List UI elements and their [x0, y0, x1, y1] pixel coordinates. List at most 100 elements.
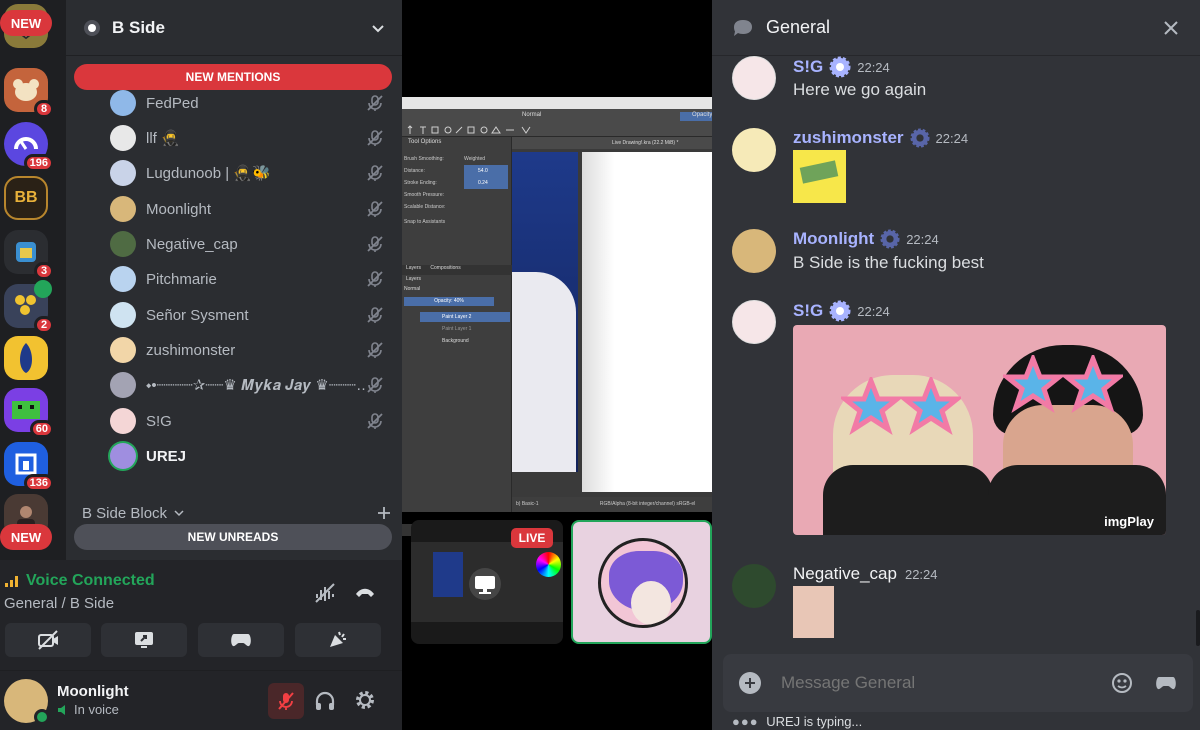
canvas-page [582, 152, 712, 492]
voice-member-myka-jay[interactable]: ⬩•┈┈┈┈✰┈┈♛ 𝑴𝒚𝒌𝒂 𝑱𝒂𝒚 ♛┈┈┈… [110, 368, 400, 402]
voice-member-lugdunoob[interactable]: Lugdunoob | 🥷🐝 [110, 156, 400, 190]
avatar[interactable] [732, 229, 776, 273]
message-sticker[interactable] [793, 150, 846, 203]
avatar [110, 266, 136, 292]
disconnect-icon[interactable] [354, 584, 376, 600]
mute-button[interactable] [268, 683, 304, 719]
voice-member-zushimonster[interactable]: zushimonster [110, 333, 400, 367]
voice-member-llf[interactable]: llf 🥷 [110, 121, 400, 155]
server-role-badge-icon [880, 229, 900, 249]
server-bb[interactable]: BB [4, 176, 48, 220]
user-voice-status: In voice [57, 702, 119, 717]
message-author[interactable]: S!G [793, 57, 823, 77]
new-unreads-pill-top[interactable]: NEW [0, 10, 52, 36]
server-role-badge-icon [829, 300, 851, 322]
server-boost-icon [84, 19, 100, 36]
message-author[interactable]: zushimonster [793, 128, 904, 148]
voice-member-negative-cap[interactable]: Negative_cap [110, 227, 400, 261]
voice-member-fedped[interactable]: FedPed [110, 86, 400, 120]
message-input[interactable] [781, 673, 1111, 693]
voice-location[interactable]: General / B Side [4, 595, 114, 612]
server-speed[interactable]: 196 [4, 122, 54, 172]
layer-opacity-slider[interactable]: Opacity: 40% [404, 297, 494, 306]
user-name[interactable]: Moonlight [57, 683, 129, 700]
voice-member-pitchmarie[interactable]: Pitchmarie [110, 262, 400, 296]
brush-preset: b) Basic-1 [516, 501, 539, 507]
member-name: Negative_cap [146, 235, 238, 253]
new-unreads-pill-bottom[interactable]: NEW [0, 524, 52, 550]
avatar [110, 196, 136, 222]
layer-row[interactable]: Background [420, 336, 510, 346]
server-role-badge-icon [909, 128, 930, 148]
new-unreads-bar[interactable]: NEW UNREADS [74, 524, 392, 550]
server-blue[interactable]: 136 [4, 442, 54, 492]
brush-smoothing-value[interactable]: Weighted [464, 153, 508, 165]
stroke-ending-label: Stroke Ending: [404, 180, 437, 186]
soundboard-button[interactable] [295, 623, 381, 657]
message-gif[interactable]: imgPlay [793, 325, 1166, 535]
layers-tab[interactable]: Layers [406, 265, 421, 271]
avatar[interactable] [4, 679, 50, 725]
stream-tile-urej[interactable] [571, 520, 712, 644]
layer-row[interactable]: Paint Layer 2 [420, 312, 510, 322]
screen-share-button[interactable] [101, 623, 187, 657]
attach-button[interactable] [739, 672, 761, 694]
voice-member-sig[interactable]: S!G [110, 404, 400, 438]
layer-blend-mode[interactable]: Normal [404, 286, 504, 294]
server-yellow[interactable] [4, 336, 48, 380]
server-graffiti[interactable]: 3 [4, 230, 54, 280]
settings-gear-icon[interactable] [354, 689, 376, 711]
server-bear[interactable]: 8 [4, 68, 54, 118]
headphones-icon[interactable] [314, 691, 336, 711]
chat-panel: General S!G 22:24 Here we go again zushi… [712, 0, 1200, 730]
avatar[interactable] [732, 128, 776, 172]
participant-avatar [598, 538, 688, 628]
message-author[interactable]: Moonlight [793, 229, 874, 249]
voice-status[interactable]: Voice Connected [4, 572, 155, 590]
avatar[interactable] [732, 564, 776, 608]
new-mentions-bar[interactable]: NEW MENTIONS [74, 64, 392, 90]
voice-member-moonlight[interactable]: Moonlight [110, 192, 400, 226]
message-author[interactable]: Negative_cap [793, 564, 897, 584]
stream-tile-screen[interactable]: LIVE [411, 520, 563, 644]
camera-button[interactable] [5, 623, 91, 657]
typing-indicator: ●●● UREJ is typing... [732, 714, 862, 729]
layer-row[interactable]: Paint Layer 1 [420, 324, 510, 334]
voice-member-senor-sysment[interactable]: Señor Sysment [110, 298, 400, 332]
server-role-badge-icon [829, 56, 851, 78]
stream-krita-window[interactable]: Normal Opacity Tool Options Brush Smooth… [402, 97, 712, 536]
color-space-status: RGB/Alpha (8-bit integer/channel) sRGB-e… [599, 501, 696, 507]
close-icon[interactable] [1162, 19, 1180, 37]
avatar[interactable] [732, 300, 776, 344]
mention-badge: 8 [34, 100, 54, 118]
distance-slider[interactable]: 54.0 [464, 165, 508, 177]
drawing-canvas[interactable] [512, 152, 578, 472]
artwork-face [512, 272, 576, 472]
muted-mic-icon [367, 236, 383, 252]
gamepad-icon[interactable] [1155, 675, 1177, 691]
server-hive[interactable]: 2 [4, 280, 54, 334]
chat-header: General [712, 0, 1200, 56]
chevron-down-icon[interactable] [370, 20, 386, 36]
stroke-ending-slider[interactable]: 0.24 [464, 177, 508, 189]
emoji-icon[interactable] [1111, 672, 1133, 694]
scrollbar[interactable] [1196, 610, 1200, 646]
compositions-tab[interactable]: Compositions [430, 265, 460, 271]
muted-mic-icon [367, 307, 383, 323]
member-name: FedPed [146, 94, 199, 112]
message-timestamp: 22:24 [904, 566, 938, 582]
message-author[interactable]: S!G [793, 301, 823, 321]
server-header[interactable]: B Side [66, 0, 402, 56]
category-b-side-block[interactable]: B Side Block [82, 503, 392, 523]
voice-member-urej[interactable]: UREJ [110, 439, 400, 473]
avatar[interactable] [732, 56, 776, 100]
document-tab[interactable]: Live Drawing!.kra (22.2 MiB) * [512, 137, 712, 149]
online-status-icon [34, 709, 50, 725]
message-image[interactable] [793, 586, 834, 638]
member-name: UREJ [146, 447, 187, 465]
activities-button[interactable] [198, 623, 284, 657]
noise-suppression-icon[interactable] [314, 582, 336, 604]
message: S!G 22:24 imgPlay [732, 300, 1192, 540]
add-channel-icon[interactable] [376, 505, 392, 521]
server-green[interactable]: 60 [4, 388, 54, 438]
